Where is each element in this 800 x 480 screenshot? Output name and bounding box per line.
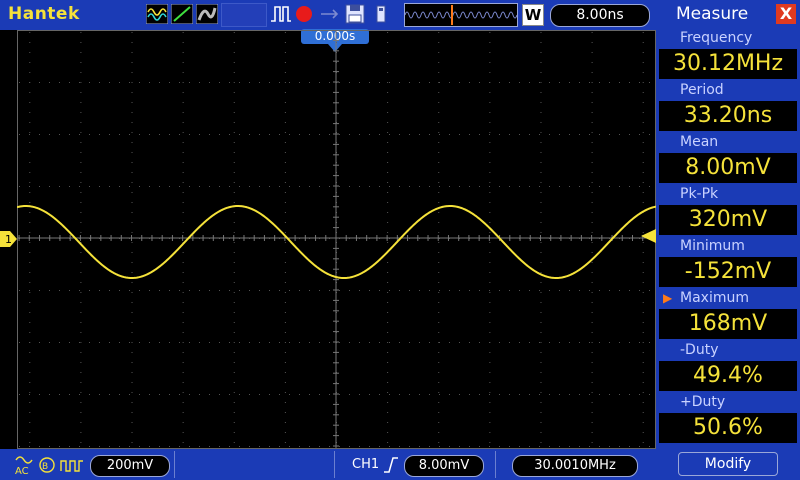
memory-overview-window[interactable] xyxy=(404,3,518,27)
divider xyxy=(334,451,335,478)
bottom-status-bar: AC B 200mV CH1 8.00mV 30.0010MHz xyxy=(0,449,656,480)
measure-value-2: 8.00mV xyxy=(659,153,797,183)
measure-value-7: 50.6% xyxy=(659,413,797,443)
trigger-level-display[interactable]: 8.00mV xyxy=(404,455,484,477)
measure-label-2[interactable]: Mean xyxy=(680,132,798,152)
timebase-display[interactable]: 8.00ns xyxy=(550,4,650,27)
waveform-display-icon[interactable] xyxy=(146,4,168,24)
record-icon[interactable] xyxy=(294,4,316,24)
view-position-marker[interactable] xyxy=(451,5,453,25)
graticule xyxy=(17,30,656,449)
trigger-level-marker-icon[interactable] xyxy=(641,229,656,243)
measure-value-0: 30.12MHz xyxy=(659,49,797,79)
ch1-ground-marker[interactable]: 1 xyxy=(0,231,17,247)
measure-label-0[interactable]: Frequency xyxy=(680,28,798,48)
ch1-marker-label: 1 xyxy=(5,233,12,246)
measure-label-4[interactable]: Minimum xyxy=(680,236,798,256)
usb-icon xyxy=(321,9,339,19)
trigger-frequency-display: 30.0010MHz xyxy=(512,455,638,477)
save-icon[interactable] xyxy=(344,4,366,24)
divider xyxy=(495,451,496,478)
selected-arrow-icon: ▶ xyxy=(663,291,673,305)
usb-drive-icon xyxy=(376,5,386,23)
ch1-volts-div[interactable]: 200mV xyxy=(90,455,170,477)
top-toolbar: Hantek W 8.00ns xyxy=(0,0,656,30)
close-button[interactable]: X xyxy=(776,4,796,24)
measure-label-1[interactable]: Period xyxy=(680,80,798,100)
measure-value-1: 33.20ns xyxy=(659,101,797,131)
measure-value-3: 320mV xyxy=(659,205,797,235)
persistence-icon[interactable] xyxy=(196,4,218,24)
ac-coupling-icon: AC xyxy=(15,456,33,477)
pulse-trigger-icon[interactable] xyxy=(270,4,292,24)
measure-value-5: 168mV xyxy=(659,309,797,339)
divider xyxy=(174,451,175,478)
vector-mode-icon[interactable] xyxy=(171,4,193,24)
measure-value-4: -152mV xyxy=(659,257,797,287)
measure-label-7[interactable]: +Duty xyxy=(680,392,798,412)
probe-attenuation-icon xyxy=(60,460,83,472)
trigger-source-label: CH1 xyxy=(352,457,380,472)
svg-text:AC: AC xyxy=(15,466,29,477)
measure-label-5[interactable]: Maximum xyxy=(680,288,798,308)
window-mode-button[interactable]: W xyxy=(522,4,544,26)
bandwidth-limit-icon: B xyxy=(39,457,55,473)
measure-label-6[interactable]: -Duty xyxy=(680,340,798,360)
measure-value-6: 49.4% xyxy=(659,361,797,391)
rising-edge-icon xyxy=(384,457,398,473)
measure-panel: Measure X Frequency 30.12MHz Period 33.20ns… xyxy=(656,0,800,480)
memory-waveform xyxy=(405,5,517,25)
svg-text:B: B xyxy=(42,462,48,472)
waveform-display[interactable] xyxy=(17,30,656,449)
modify-button[interactable]: Modify xyxy=(678,452,778,476)
measure-title-text: Measure xyxy=(676,4,749,24)
measure-label-3[interactable]: Pk-Pk xyxy=(680,184,798,204)
brand-logo: Hantek xyxy=(8,4,80,24)
acquire-status-box xyxy=(221,3,267,27)
